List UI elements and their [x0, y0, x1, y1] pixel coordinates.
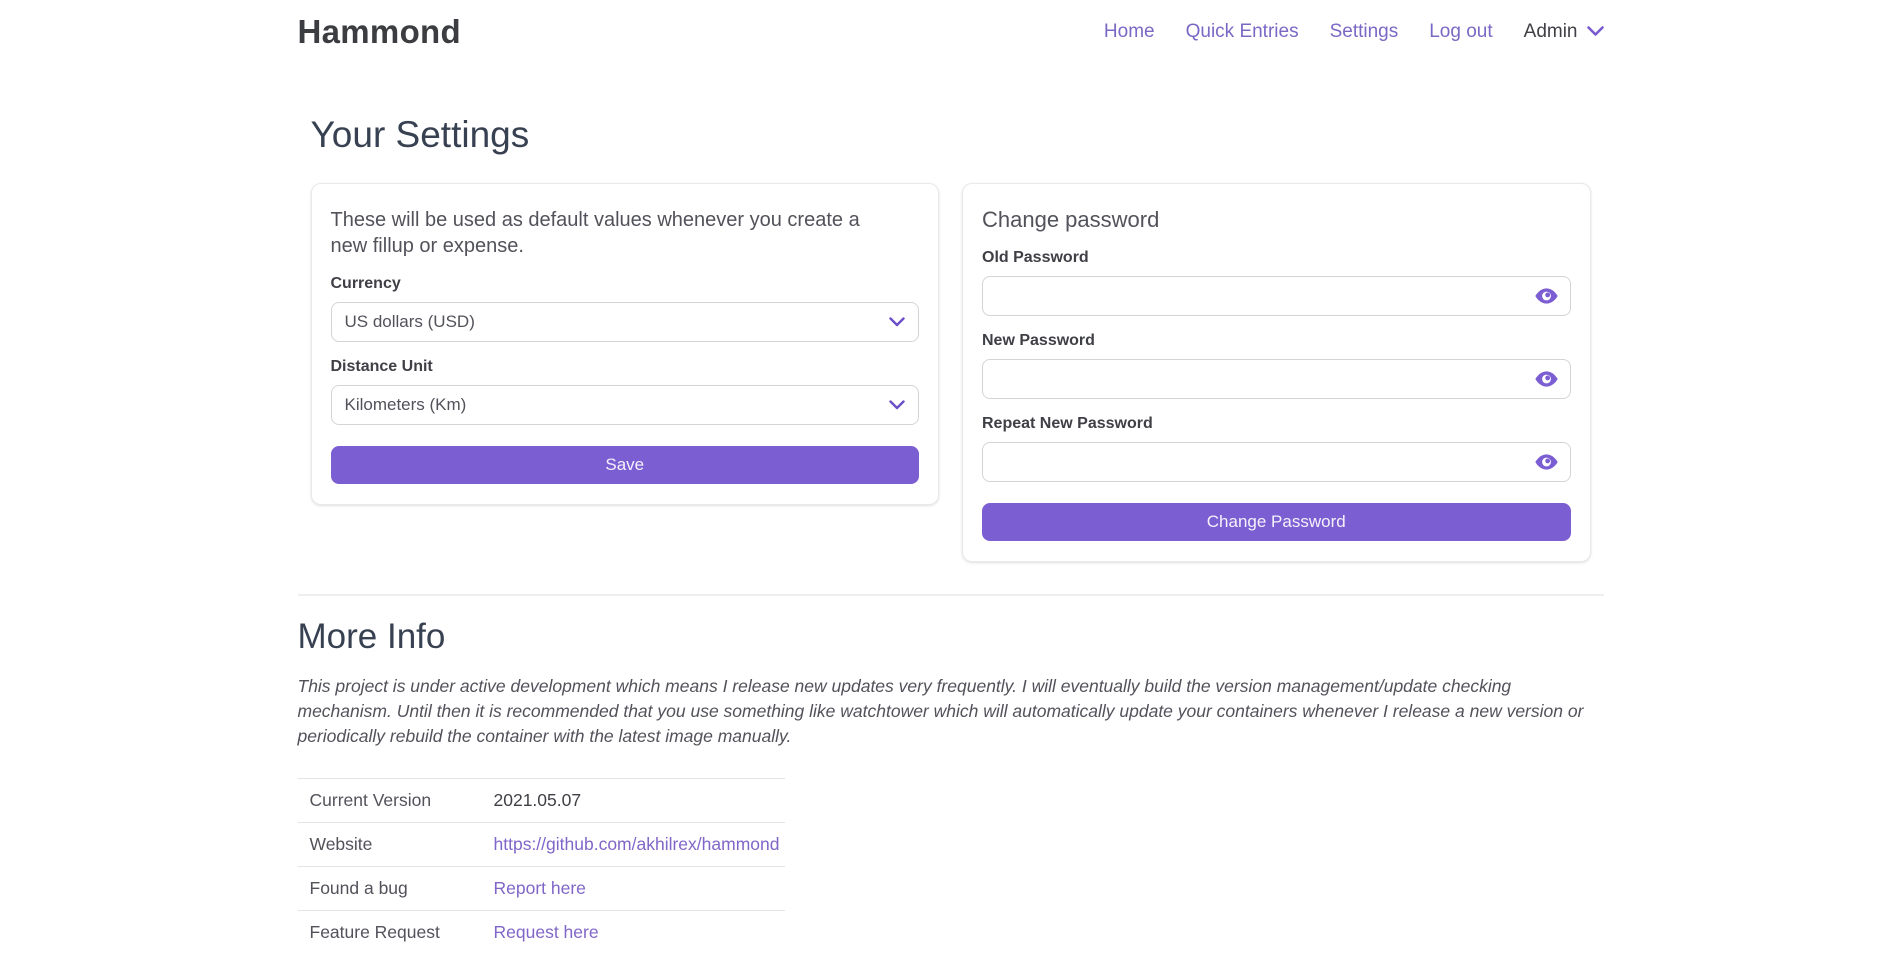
top-navbar: Hammond Home Quick Entries Settings Log …	[298, 0, 1604, 50]
settings-section: Your Settings These will be used as defa…	[298, 114, 1604, 562]
more-info-note: This project is under active development…	[298, 674, 1604, 749]
nav-item-home[interactable]: Home	[1104, 21, 1155, 43]
eye-icon	[1535, 375, 1558, 390]
chevron-down-icon	[1587, 26, 1604, 37]
new-password-field-wrap	[982, 359, 1571, 399]
info-row-label: Website	[298, 822, 494, 866]
more-info-title: More Info	[298, 617, 1604, 657]
table-row: Current Version 2021.05.07	[298, 778, 785, 822]
repeat-password-label: Repeat New Password	[982, 415, 1571, 433]
old-password-label: Old Password	[982, 249, 1571, 267]
eye-icon	[1535, 458, 1558, 473]
toggle-repeat-password-button[interactable]	[1535, 454, 1558, 470]
new-password-label: New Password	[982, 332, 1571, 350]
settings-cards-row: These will be used as default values whe…	[311, 183, 1591, 562]
more-info-section: More Info This project is under active d…	[298, 617, 1604, 954]
brand-logo[interactable]: Hammond	[298, 13, 461, 51]
current-version-value: 2021.05.07	[494, 778, 785, 822]
more-info-table: Current Version 2021.05.07 Website https…	[298, 778, 785, 954]
toggle-new-password-button[interactable]	[1535, 371, 1558, 387]
page-title: Your Settings	[311, 114, 1591, 156]
repeat-password-field-wrap	[982, 442, 1571, 482]
table-row: Found a bug Report here	[298, 866, 785, 910]
section-divider	[298, 594, 1604, 596]
distance-unit-selected-value: Kilometers (Km)	[345, 395, 467, 415]
feature-request-link[interactable]: Request here	[494, 922, 599, 942]
currency-selected-value: US dollars (USD)	[345, 312, 475, 332]
distance-unit-select[interactable]: Kilometers (Km)	[331, 385, 920, 425]
defaults-description: These will be used as default values whe…	[331, 207, 897, 259]
info-row-label: Current Version	[298, 778, 494, 822]
change-password-card: Change password Old Password New Passwor…	[962, 183, 1591, 562]
nav-item-settings[interactable]: Settings	[1330, 21, 1399, 43]
main-nav: Home Quick Entries Settings Log out Admi…	[1104, 21, 1604, 43]
user-menu-label: Admin	[1524, 21, 1578, 43]
chevron-down-icon	[889, 317, 905, 327]
change-password-button[interactable]: Change Password	[982, 503, 1571, 541]
user-menu-admin[interactable]: Admin	[1524, 21, 1604, 43]
page-container: Hammond Home Quick Entries Settings Log …	[298, 0, 1604, 954]
change-password-title: Change password	[982, 207, 1571, 233]
website-link[interactable]: https://github.com/akhilrex/hammond	[494, 834, 780, 854]
currency-select[interactable]: US dollars (USD)	[331, 302, 920, 342]
repeat-password-input[interactable]	[982, 442, 1571, 482]
currency-label: Currency	[331, 275, 920, 293]
distance-unit-label: Distance Unit	[331, 358, 920, 376]
toggle-old-password-button[interactable]	[1535, 288, 1558, 304]
save-button[interactable]: Save	[331, 446, 920, 484]
info-row-label: Feature Request	[298, 910, 494, 954]
nav-item-quick-entries[interactable]: Quick Entries	[1186, 21, 1299, 43]
report-bug-link[interactable]: Report here	[494, 878, 586, 898]
old-password-input[interactable]	[982, 276, 1571, 316]
table-row: Website https://github.com/akhilrex/hamm…	[298, 822, 785, 866]
eye-icon	[1535, 292, 1558, 307]
table-row: Feature Request Request here	[298, 910, 785, 954]
defaults-card: These will be used as default values whe…	[311, 183, 940, 505]
info-row-label: Found a bug	[298, 866, 494, 910]
nav-item-logout[interactable]: Log out	[1429, 21, 1492, 43]
old-password-field-wrap	[982, 276, 1571, 316]
chevron-down-icon	[889, 400, 905, 410]
new-password-input[interactable]	[982, 359, 1571, 399]
